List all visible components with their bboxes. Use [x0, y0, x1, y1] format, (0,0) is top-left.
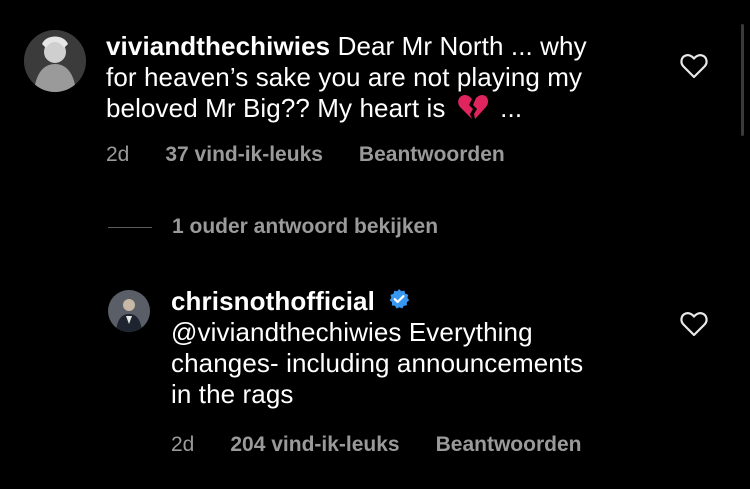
comment-line2: for heaven’s sake you are not playing my [106, 62, 583, 92]
comment-line3-ellipsis: ... [500, 93, 523, 123]
reply-button[interactable]: Beantwoorden [436, 433, 582, 457]
comment-line2: changes- including announcements [171, 348, 584, 378]
view-replies-toggle[interactable]: 1 ouder antwoord bekijken [108, 215, 438, 239]
comment-line3: beloved Mr Big?? My heart is [106, 93, 446, 123]
view-replies-label[interactable]: 1 ouder antwoord bekijken [172, 215, 438, 239]
comment-meta: 2d 204 vind-ik-leuks Beantwoorden [171, 433, 581, 457]
thread-line [108, 226, 152, 228]
heart-icon[interactable] [680, 53, 708, 79]
avatar[interactable] [24, 30, 86, 92]
comment-age: 2d [171, 433, 195, 456]
comment-age: 2d [106, 143, 130, 166]
reply-button[interactable]: Beantwoorden [359, 143, 505, 167]
likes-count[interactable]: 204 vind-ik-leuks [230, 433, 399, 457]
broken-heart-icon [457, 93, 489, 128]
comment-username[interactable]: viviandthechiwies [106, 31, 330, 61]
verified-badge-icon [388, 286, 410, 317]
comment-username[interactable]: chrisnothofficial [171, 286, 375, 316]
comment-item: viviandthechiwies Dear Mr North ... why … [0, 0, 750, 180]
comment-line3: in the rags [171, 379, 294, 409]
comment-line1: @viviandthechiwies Everything [171, 317, 533, 347]
comment-text: chrisnothofficial @viviandthechiwies Eve… [171, 286, 671, 410]
comment-line1: Dear Mr North ... why [337, 31, 587, 61]
comment-text: viviandthechiwies Dear Mr North ... why … [106, 31, 666, 128]
avatar[interactable] [108, 290, 150, 332]
heart-icon[interactable] [680, 311, 708, 337]
comment-meta: 2d 37 vind-ik-leuks Beantwoorden [106, 143, 505, 167]
reply-item: chrisnothofficial @viviandthechiwies Eve… [0, 270, 750, 489]
likes-count[interactable]: 37 vind-ik-leuks [165, 143, 323, 167]
